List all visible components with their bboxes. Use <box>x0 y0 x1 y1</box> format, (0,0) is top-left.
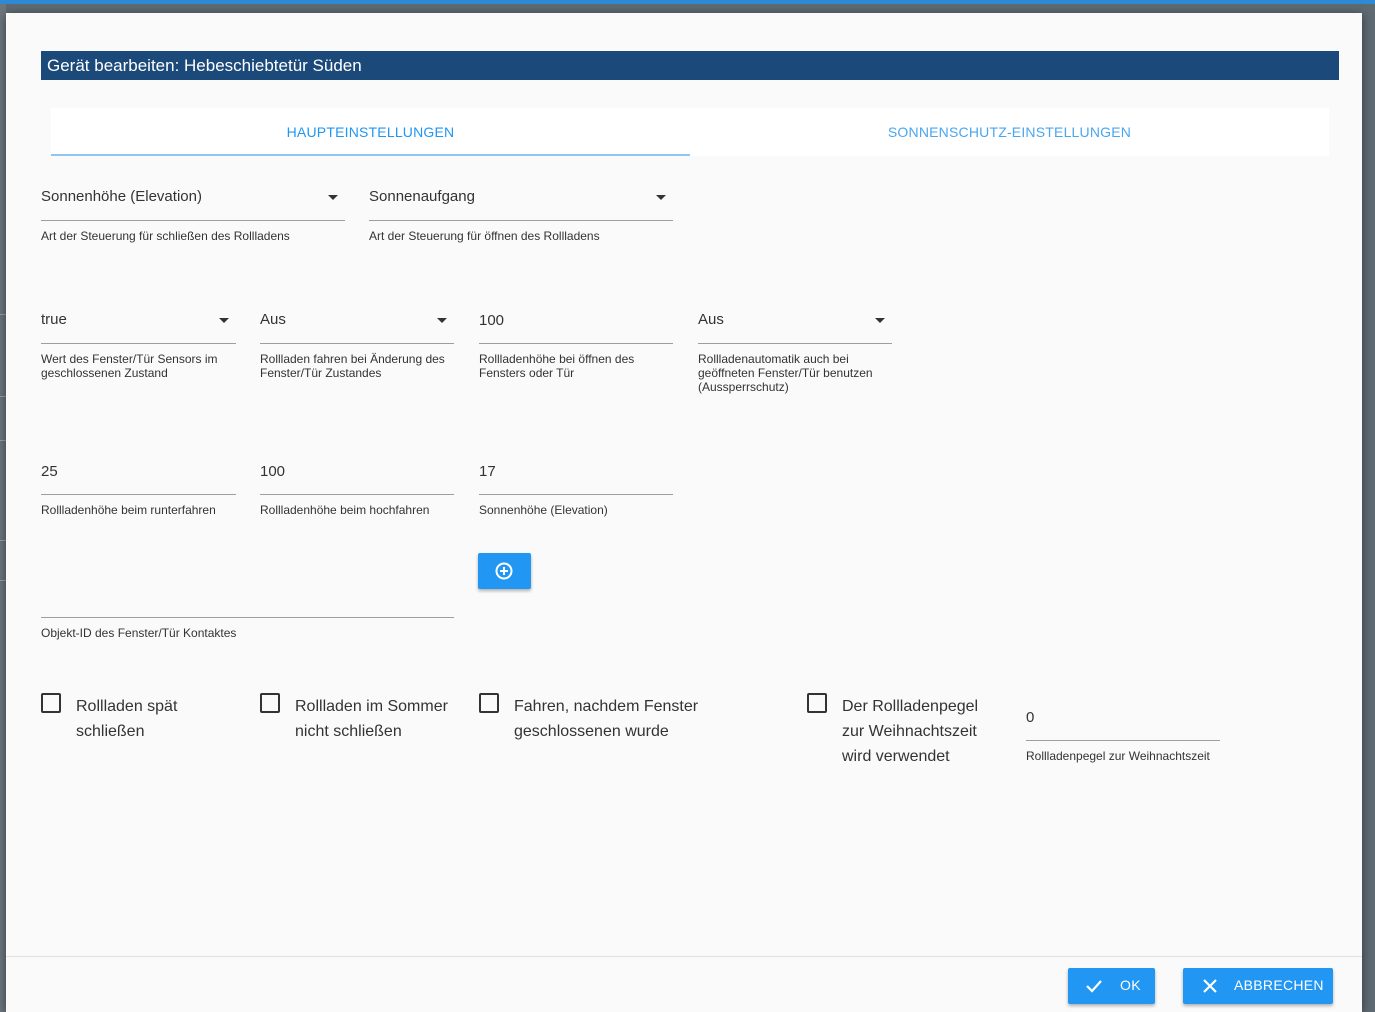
christmas-level-checkbox[interactable]: Der Rollladenpegel zur Weihnachtszeit wi… <box>807 693 997 778</box>
underline <box>41 220 345 221</box>
checkbox-box[interactable] <box>807 693 827 713</box>
dropdown-arrow-icon <box>219 318 229 323</box>
move-after-window-closed-checkbox[interactable]: Fahren, nachdem Fenster geschlossenen wu… <box>479 693 739 753</box>
input-value: 17 <box>479 463 496 480</box>
christmas-level-input[interactable]: 0 Rollladenpegel zur Weihnachtszeit <box>1026 706 1220 766</box>
dropdown-arrow-icon <box>875 318 885 323</box>
checkbox-label: Rollladen im Sommer nicht schließen <box>295 698 448 740</box>
underline <box>260 494 454 495</box>
footer-divider <box>6 956 1362 957</box>
underline <box>260 343 454 344</box>
underline <box>41 494 236 495</box>
helper-text: Rollladenpegel zur Weihnachtszeit <box>1026 749 1210 763</box>
select-value: Sonnenaufgang <box>369 188 475 205</box>
tab-sun-protection-settings[interactable]: SONNENSCHUTZ-EINSTELLUNGEN <box>690 108 1329 156</box>
input-value: 25 <box>41 463 58 480</box>
dropdown-arrow-icon <box>437 318 447 323</box>
close-late-checkbox[interactable]: Rollladen spät schließen <box>41 693 231 753</box>
helper-text: Objekt-ID des Fenster/Tür Kontaktes <box>41 626 237 640</box>
contact-object-id-input[interactable]: Objekt-ID des Fenster/Tür Kontaktes <box>41 583 454 643</box>
open-control-type-select[interactable]: Sonnenaufgang Art der Steuerung für öffn… <box>369 185 673 245</box>
sensor-closed-value-select[interactable]: true Wert des Fenster/Tür Sensors im ges… <box>41 308 236 398</box>
input-value: 100 <box>260 463 286 480</box>
helper-text: Rollladen fahren bei Änderung des Fenste… <box>260 352 445 380</box>
helper-text: Rollladenhöhe bei öffnen des Fensters od… <box>479 352 635 380</box>
down-height-input[interactable]: 25 Rollladenhöhe beim runterfahren <box>41 459 236 519</box>
input-value: 100 <box>479 312 505 329</box>
underline <box>479 494 673 495</box>
plus-circle-icon <box>495 562 513 580</box>
underline <box>1026 740 1220 741</box>
ok-button[interactable]: OK <box>1068 968 1155 1004</box>
summer-no-close-checkbox[interactable]: Rollladen im Sommer nicht schließen <box>260 693 460 753</box>
checkbox-label: Rollladen spät schließen <box>76 698 178 740</box>
checkbox-label: Der Rollladenpegel zur Weihnachtszeit wi… <box>842 698 979 765</box>
checkbox-box[interactable] <box>479 693 499 713</box>
select-value: true <box>41 311 67 328</box>
underline <box>41 617 454 618</box>
helper-text: Sonnenhöhe (Elevation) <box>479 503 608 517</box>
check-icon <box>1086 980 1102 993</box>
underline <box>479 343 673 344</box>
elevation-input[interactable]: 17 Sonnenhöhe (Elevation) <box>479 459 673 519</box>
add-button[interactable] <box>478 553 531 589</box>
close-control-type-select[interactable]: Sonnenhöhe (Elevation) Art der Steuerung… <box>41 185 345 245</box>
cancel-label: ABBRECHEN <box>1234 977 1324 993</box>
underline <box>698 343 892 344</box>
helper-text: Art der Steuerung für öffnen des Rolllad… <box>369 229 600 243</box>
checkbox-label: Fahren, nachdem Fenster geschlossenen wu… <box>514 698 699 740</box>
underline <box>369 220 673 221</box>
helper-text: Art der Steuerung für schließen des Roll… <box>41 229 290 243</box>
dialog-title: Gerät bearbeiten: Hebeschiebtetür Süden <box>41 51 1339 80</box>
close-icon <box>1203 979 1217 993</box>
dropdown-arrow-icon <box>656 195 666 200</box>
helper-text: Rollladenhöhe beim hochfahren <box>260 503 430 517</box>
underline <box>41 343 236 344</box>
helper-text: Rollladenautomatik auch bei geöffneten F… <box>698 352 873 394</box>
select-value: Sonnenhöhe (Elevation) <box>41 188 202 205</box>
select-value: Aus <box>260 311 286 328</box>
move-on-change-select[interactable]: Aus Rollladen fahren bei Änderung des Fe… <box>260 308 454 398</box>
tab-bar: HAUPTEINSTELLUNGEN SONNENSCHUTZ-EINSTELL… <box>51 108 1329 156</box>
edit-device-dialog: Gerät bearbeiten: Hebeschiebtetür Süden … <box>6 13 1362 1012</box>
helper-text: Wert des Fenster/Tür Sensors im geschlos… <box>41 352 218 380</box>
helper-text: Rollladenhöhe beim runterfahren <box>41 503 216 517</box>
checkbox-box[interactable] <box>260 693 280 713</box>
select-value: Aus <box>698 311 724 328</box>
lockout-protection-select[interactable]: Aus Rollladenautomatik auch bei geöffnet… <box>698 308 892 408</box>
tab-main-settings[interactable]: HAUPTEINSTELLUNGEN <box>51 108 690 156</box>
dropdown-arrow-icon <box>328 195 338 200</box>
up-height-input[interactable]: 100 Rollladenhöhe beim hochfahren <box>260 459 454 519</box>
open-height-input[interactable]: 100 Rollladenhöhe bei öffnen des Fenster… <box>479 308 673 398</box>
input-value: 0 <box>1026 709 1035 726</box>
cancel-button[interactable]: ABBRECHEN <box>1183 968 1333 1004</box>
top-strip <box>0 0 1375 4</box>
checkbox-box[interactable] <box>41 693 61 713</box>
ok-label: OK <box>1120 977 1141 993</box>
tab-indicator <box>51 154 690 156</box>
